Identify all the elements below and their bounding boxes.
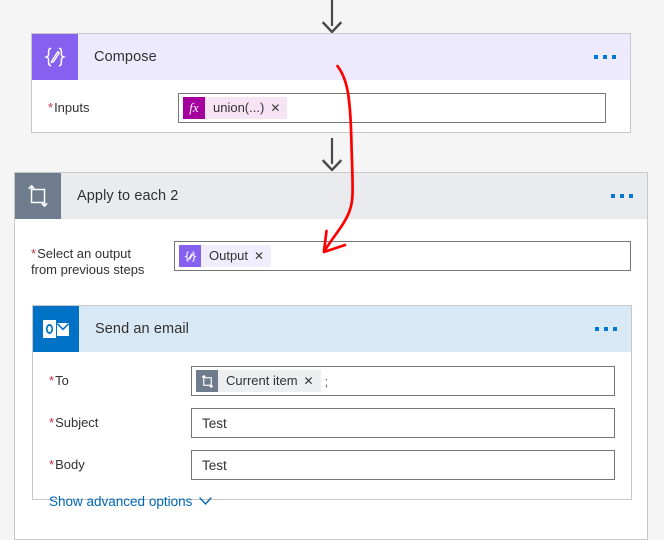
required-marker: * xyxy=(49,415,55,430)
token-remove-icon[interactable]: ✕ xyxy=(270,97,287,119)
connector-arrow-compose-to-loop xyxy=(321,138,343,171)
token-chip-label: Current item xyxy=(226,373,298,388)
send-email-to-label: *To xyxy=(49,373,191,389)
compose-card-menu-button[interactable] xyxy=(594,55,616,59)
show-advanced-options-link[interactable]: Show advanced options xyxy=(49,494,213,509)
connector-arrow-into-compose xyxy=(321,0,343,33)
send-email-to-row: *To Current item ✕ ; xyxy=(33,352,631,396)
apply-to-each-card[interactable]: Apply to each 2 *Select an output from p… xyxy=(14,172,648,540)
label-text: To xyxy=(55,373,69,388)
compose-braces-pencil-icon xyxy=(32,34,78,80)
compose-card-title: Compose xyxy=(94,49,157,65)
subject-value: Test xyxy=(202,415,227,431)
send-email-card-body: *To Current item ✕ ; *Subject Test *Body… xyxy=(33,352,631,509)
token-chip-body: Current item ✕ xyxy=(218,370,321,392)
token-chip-label: union(...) xyxy=(213,100,265,115)
label-line-1: Select an output xyxy=(37,246,132,261)
apply-to-each-select-output-field[interactable]: Output ✕ xyxy=(174,241,631,271)
compose-braces-pencil-icon xyxy=(179,245,201,267)
send-email-subject-label: *Subject xyxy=(49,415,191,431)
send-email-to-field[interactable]: Current item ✕ ; xyxy=(191,366,615,396)
send-email-body-input[interactable]: Test xyxy=(191,450,615,480)
compose-card[interactable]: Compose *Inputs fx union(...) ✕ xyxy=(31,33,631,133)
label-text: Body xyxy=(55,457,85,472)
menu-dot xyxy=(611,194,615,198)
compose-card-header[interactable]: Compose xyxy=(32,34,630,80)
token-chip-label: Output xyxy=(209,248,249,263)
required-marker: * xyxy=(49,457,55,472)
required-marker: * xyxy=(49,373,55,388)
send-email-advanced-row: Show advanced options xyxy=(33,480,631,509)
apply-to-each-select-output-label: *Select an output from previous steps xyxy=(31,241,174,278)
send-email-subject-row: *Subject Test xyxy=(33,396,631,438)
body-value: Test xyxy=(202,457,227,473)
apply-to-each-card-menu-button[interactable] xyxy=(611,194,633,198)
compose-card-body: *Inputs fx union(...) ✕ xyxy=(32,80,630,123)
apply-to-each-card-title: Apply to each 2 xyxy=(77,188,179,204)
label-text: Subject xyxy=(55,415,99,430)
show-advanced-options-label: Show advanced options xyxy=(49,494,193,509)
loop-icon xyxy=(196,370,218,392)
send-email-card[interactable]: Send an email *To Current item ✕ ; *Subj… xyxy=(32,305,632,509)
token-chip-union[interactable]: fx union(...) ✕ xyxy=(183,97,288,119)
required-marker: * xyxy=(48,100,54,115)
token-chip-output[interactable]: Output ✕ xyxy=(179,245,272,267)
chevron-down-icon xyxy=(199,497,213,506)
send-email-subject-input[interactable]: Test xyxy=(191,408,615,438)
fx-icon: fx xyxy=(183,97,205,119)
to-field-separator: ; xyxy=(324,373,329,389)
send-email-body-label: *Body xyxy=(49,457,191,473)
menu-dot xyxy=(595,327,599,331)
token-remove-icon[interactable]: ✕ xyxy=(304,370,321,392)
label-line-2: from previous steps xyxy=(31,262,145,277)
outlook-icon xyxy=(33,306,79,352)
compose-inputs-row: *Inputs fx union(...) ✕ xyxy=(32,80,630,123)
token-remove-icon[interactable]: ✕ xyxy=(254,245,271,267)
menu-dot xyxy=(613,327,617,331)
menu-dot xyxy=(594,55,598,59)
compose-inputs-label: *Inputs xyxy=(48,100,178,116)
flow-designer-canvas: Compose *Inputs fx union(...) ✕ Apply to… xyxy=(0,0,664,540)
menu-dot xyxy=(620,194,624,198)
label-text: Inputs xyxy=(54,100,90,115)
menu-dot xyxy=(612,55,616,59)
send-email-body-row: *Body Test xyxy=(33,438,631,480)
menu-dot xyxy=(603,55,607,59)
apply-to-each-card-header[interactable]: Apply to each 2 xyxy=(15,173,647,219)
apply-to-each-card-body: *Select an output from previous steps Ou… xyxy=(15,219,647,509)
required-marker: * xyxy=(31,246,37,261)
token-chip-body: Output ✕ xyxy=(201,245,272,267)
send-email-card-title: Send an email xyxy=(95,321,189,337)
menu-dot xyxy=(629,194,633,198)
send-email-card-menu-button[interactable] xyxy=(595,327,617,331)
apply-to-each-select-output-row: *Select an output from previous steps Ou… xyxy=(15,219,647,278)
loop-icon xyxy=(15,173,61,219)
token-chip-current-item[interactable]: Current item ✕ xyxy=(196,370,321,392)
menu-dot xyxy=(604,327,608,331)
compose-inputs-field[interactable]: fx union(...) ✕ xyxy=(178,93,606,123)
send-email-card-header[interactable]: Send an email xyxy=(33,306,631,352)
token-chip-body: union(...) ✕ xyxy=(205,97,288,119)
